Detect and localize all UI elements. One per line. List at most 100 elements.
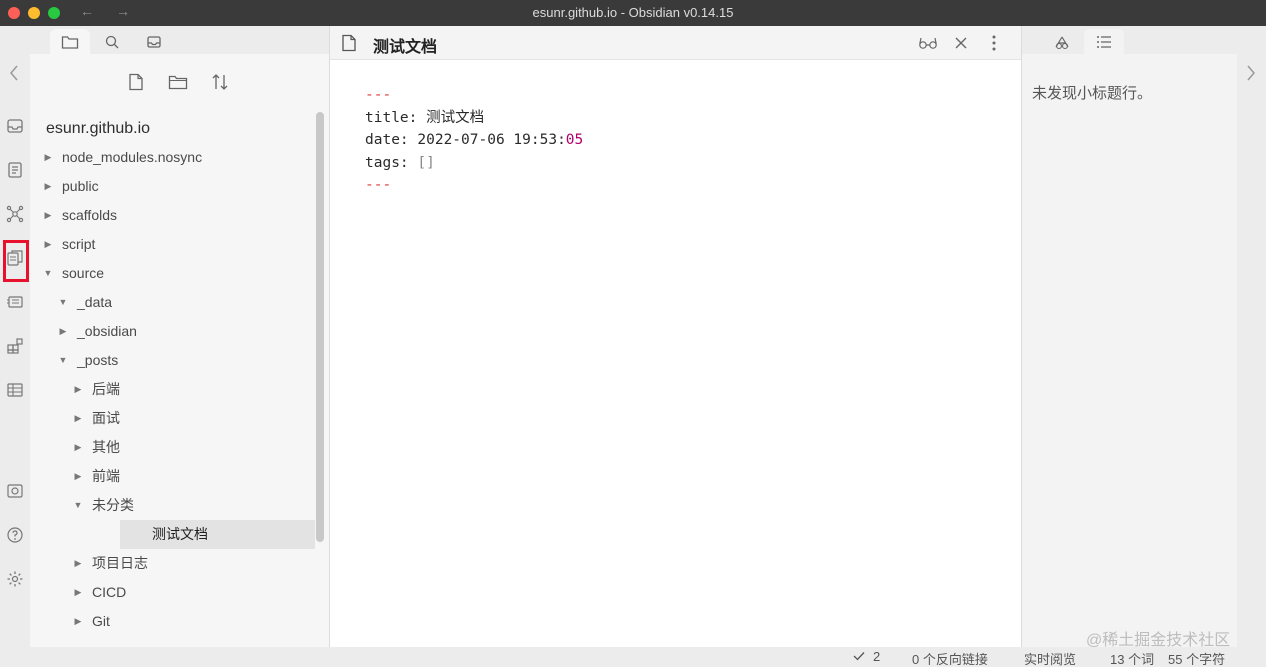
caret-down-icon[interactable]: ▼: [57, 288, 69, 317]
caret-down-icon[interactable]: ▼: [72, 491, 84, 520]
watermark: @稀土掘金技术社区: [1086, 632, 1231, 649]
folder-item[interactable]: ▶ 面试: [30, 404, 315, 433]
folder-item[interactable]: ▶ script: [30, 230, 315, 259]
title-bar: ← → esunr.github.io - Obsidian v0.14.15: [0, 0, 1266, 26]
folder-item[interactable]: ▼ 未分类: [30, 491, 315, 520]
editor-mode[interactable]: 实时阅览: [1024, 649, 1076, 667]
tree-item-label: scaffolds: [62, 207, 117, 223]
tree-item-label: CICD: [92, 584, 127, 600]
tree-item-label: 其他: [92, 439, 120, 455]
outline-tab[interactable]: [1084, 29, 1124, 54]
backlinks-count[interactable]: 0 个反向链接: [912, 649, 988, 667]
folder-item[interactable]: ▶ Git: [30, 607, 315, 636]
folder-item[interactable]: ▼ _posts: [30, 346, 315, 375]
note-title[interactable]: 测试文档: [373, 33, 437, 57]
switcher-icon[interactable]: [5, 160, 25, 180]
tree-item-label: node_modules.nosync: [62, 149, 203, 165]
highlight-box: [3, 240, 29, 282]
tree-item-label: 面试: [92, 410, 120, 426]
help-icon[interactable]: [5, 525, 25, 545]
tree-item-label: 项目日志: [92, 555, 148, 571]
tree-item-label: _posts: [77, 352, 119, 368]
graph-view-icon[interactable]: [5, 204, 25, 224]
frontmatter-title-key: title:: [365, 109, 418, 126]
folder-item[interactable]: ▶ node_modules.nosync: [30, 143, 315, 172]
caret-down-icon[interactable]: ▼: [57, 346, 69, 375]
folder-item[interactable]: ▶ _obsidian: [30, 317, 315, 346]
slides-icon[interactable]: [5, 292, 25, 312]
left-ribbon: [0, 26, 30, 667]
reading-view-icon[interactable]: [917, 32, 939, 54]
sidebar-tabs: [30, 26, 329, 54]
sync-check-icon[interactable]: [853, 649, 865, 664]
caret-right-icon[interactable]: ▶: [42, 201, 54, 230]
tree-item-label: Git: [92, 613, 110, 629]
right-sidebar-tabs: [1022, 26, 1237, 54]
tree-item-label: 后端: [92, 381, 120, 397]
search-tab[interactable]: [92, 29, 132, 54]
tree-item-label: public: [62, 178, 99, 194]
explorer-scrollbar[interactable]: [316, 112, 324, 542]
caret-right-icon[interactable]: ▶: [72, 578, 84, 607]
caret-right-icon[interactable]: ▶: [72, 433, 84, 462]
folder-item[interactable]: ▼ source: [30, 259, 315, 288]
frontmatter-start: ---: [365, 87, 392, 103]
sync-count[interactable]: 2: [873, 649, 880, 664]
file-explorer-tab[interactable]: [50, 29, 90, 54]
frontmatter-date-key: date:: [365, 132, 409, 148]
file-item[interactable]: 测试文档: [120, 520, 315, 549]
new-note-icon[interactable]: [124, 70, 148, 94]
new-folder-icon[interactable]: [166, 70, 190, 94]
folder-item[interactable]: ▶ scaffolds: [30, 201, 315, 230]
collapse-right-icon[interactable]: [1246, 64, 1256, 85]
caret-right-icon[interactable]: ▶: [57, 317, 69, 346]
folder-item[interactable]: ▶ 后端: [30, 375, 315, 404]
tree-item-label: _data: [77, 294, 113, 310]
editor-content[interactable]: --- title: 测试文档 date: 2022-07-06 19:53:0…: [365, 84, 583, 197]
collapse-left-icon[interactable]: [9, 64, 19, 85]
caret-right-icon[interactable]: ▶: [72, 607, 84, 636]
outline-empty-message: 未发现小标题行。: [1032, 85, 1153, 102]
folder-item[interactable]: ▶ 项目日志: [30, 549, 315, 578]
caret-down-icon[interactable]: ▼: [42, 259, 54, 288]
caret-right-icon[interactable]: ▶: [72, 462, 84, 491]
settings-gear-icon[interactable]: [5, 569, 25, 589]
frontmatter-tags-value: []: [417, 154, 435, 171]
editor-pane: 测试文档 --- title: 测试文档 date: 2022-07-06 19…: [330, 26, 1021, 647]
backlinks-tab[interactable]: [1042, 29, 1082, 54]
folder-item[interactable]: ▶ 前端: [30, 462, 315, 491]
window-title: esunr.github.io - Obsidian v0.14.15: [532, 5, 734, 20]
tree-item-label: source: [62, 265, 105, 281]
more-options-icon[interactable]: [983, 32, 1005, 54]
sort-order-icon[interactable]: [208, 70, 232, 94]
folder-item[interactable]: ▶ 其他: [30, 433, 315, 462]
caret-right-icon[interactable]: ▶: [42, 230, 54, 259]
editor-header: 测试文档: [330, 26, 1021, 60]
table-icon[interactable]: [5, 380, 25, 400]
tree-item-label: 前端: [92, 468, 120, 484]
caret-right-icon[interactable]: ▶: [72, 375, 84, 404]
frontmatter-tags-key: tags:: [365, 154, 409, 171]
vault-icon[interactable]: [5, 481, 25, 501]
caret-right-icon[interactable]: ▶: [72, 404, 84, 433]
right-ribbon: [1237, 26, 1266, 647]
frontmatter-date-value: 2022-07-06 19:53:: [417, 132, 566, 148]
vault-name: esunr.github.io: [46, 120, 151, 137]
folder-item[interactable]: ▼ _data: [30, 288, 315, 317]
folder-item[interactable]: ▶ public: [30, 172, 315, 201]
caret-right-icon[interactable]: ▶: [42, 143, 54, 172]
starred-tab[interactable]: [134, 29, 174, 54]
caret-right-icon[interactable]: ▶: [72, 549, 84, 578]
folder-item[interactable]: ▶ CICD: [30, 578, 315, 607]
frontmatter-end: ---: [365, 177, 392, 193]
char-count: 55 个字符: [1168, 652, 1226, 667]
frontmatter-title-value: 测试文档: [426, 109, 485, 126]
tree-item-label: 未分类: [92, 497, 134, 513]
close-icon[interactable]: [950, 32, 972, 54]
caret-right-icon[interactable]: ▶: [42, 172, 54, 201]
document-icon: [341, 34, 357, 55]
tree-item-label: _obsidian: [77, 323, 137, 339]
canvas-grid-icon[interactable]: [5, 336, 25, 356]
inbox-icon[interactable]: [5, 116, 25, 136]
frontmatter-date-seconds: 05: [565, 132, 584, 148]
